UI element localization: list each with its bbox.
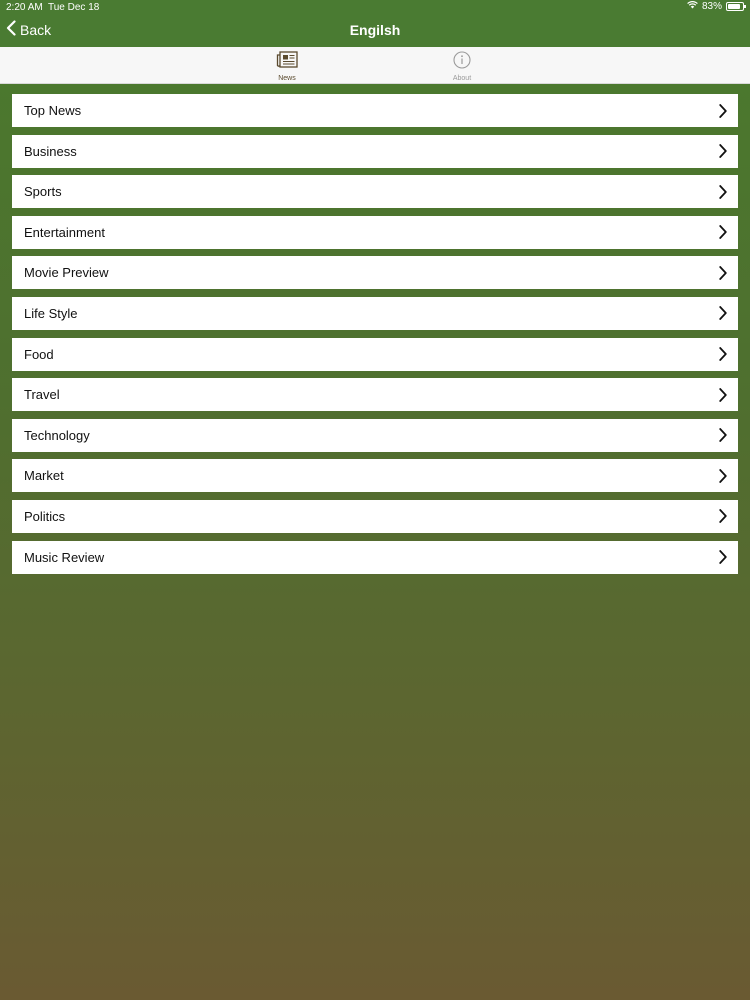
chevron-right-icon bbox=[719, 103, 727, 118]
tab-news[interactable]: News bbox=[257, 51, 317, 82]
list-item-label: Life Style bbox=[24, 305, 78, 321]
list-item-business[interactable]: Business bbox=[12, 134, 738, 168]
wifi-icon bbox=[687, 1, 698, 12]
list-item-label: Politics bbox=[24, 508, 66, 524]
list-item-label: Food bbox=[24, 346, 54, 362]
tab-about-label: About bbox=[452, 75, 472, 82]
list-item-travel[interactable]: Travel bbox=[12, 378, 738, 412]
chevron-right-icon bbox=[719, 265, 727, 280]
battery-percent: 83% bbox=[701, 1, 722, 12]
list-item-music-review[interactable]: Music Review bbox=[12, 540, 738, 574]
chevron-right-icon bbox=[719, 509, 727, 524]
chevron-right-icon bbox=[719, 550, 727, 564]
chevron-right-icon bbox=[719, 347, 727, 361]
status-bar: 2:20 AM Tue Dec 18 83% bbox=[0, 0, 750, 14]
status-right: 83% bbox=[687, 1, 746, 12]
list-item-top-news[interactable]: Top News bbox=[12, 94, 738, 127]
list-item-label: Business bbox=[24, 143, 77, 159]
list-item-label: Market bbox=[24, 468, 64, 484]
list-item-sports[interactable]: Sports bbox=[12, 175, 738, 209]
category-list: Top News Business Sports Entertainment M… bbox=[12, 94, 738, 581]
top-bar: 2:20 AM Tue Dec 18 83% Back Engilsh bbox=[0, 0, 750, 47]
list-item-label: Entertainment bbox=[24, 224, 105, 240]
page-title: Engilsh bbox=[349, 22, 401, 38]
list-item-politics[interactable]: Politics bbox=[12, 499, 738, 533]
list-item-food[interactable]: Food bbox=[12, 337, 738, 371]
tab-news-label: News bbox=[278, 75, 296, 82]
status-date: Tue Dec 18 bbox=[48, 2, 100, 13]
list-item-market[interactable]: Market bbox=[12, 459, 738, 493]
chevron-right-icon bbox=[719, 428, 727, 443]
battery-icon bbox=[726, 2, 746, 11]
list-item-entertainment[interactable]: Entertainment bbox=[12, 215, 738, 249]
list-item-life-style[interactable]: Life Style bbox=[12, 296, 738, 330]
tab-bar: News About bbox=[0, 47, 750, 84]
chevron-right-icon bbox=[719, 306, 727, 321]
tab-about[interactable]: About bbox=[432, 51, 492, 82]
chevron-right-icon bbox=[719, 184, 727, 199]
chevron-right-icon bbox=[719, 387, 727, 402]
list-item-label: Movie Preview bbox=[24, 265, 109, 281]
newspaper-icon bbox=[276, 51, 298, 73]
status-time: 2:20 AM bbox=[6, 2, 43, 13]
list-item-label: Music Review bbox=[24, 549, 105, 565]
chevron-right-icon bbox=[719, 144, 727, 158]
list-item-label: Top News bbox=[24, 103, 82, 118]
info-icon bbox=[452, 51, 472, 73]
navigation-bar: Back Engilsh bbox=[0, 14, 750, 47]
chevron-right-icon bbox=[719, 468, 727, 483]
battery-fill bbox=[728, 4, 740, 9]
list-item-label: Sports bbox=[24, 184, 62, 200]
list-item-movie-preview[interactable]: Movie Preview bbox=[12, 256, 738, 290]
list-item-technology[interactable]: Technology bbox=[12, 418, 738, 452]
list-item-label: Technology bbox=[24, 427, 90, 443]
chevron-right-icon bbox=[719, 225, 727, 240]
list-item-label: Travel bbox=[24, 387, 60, 403]
